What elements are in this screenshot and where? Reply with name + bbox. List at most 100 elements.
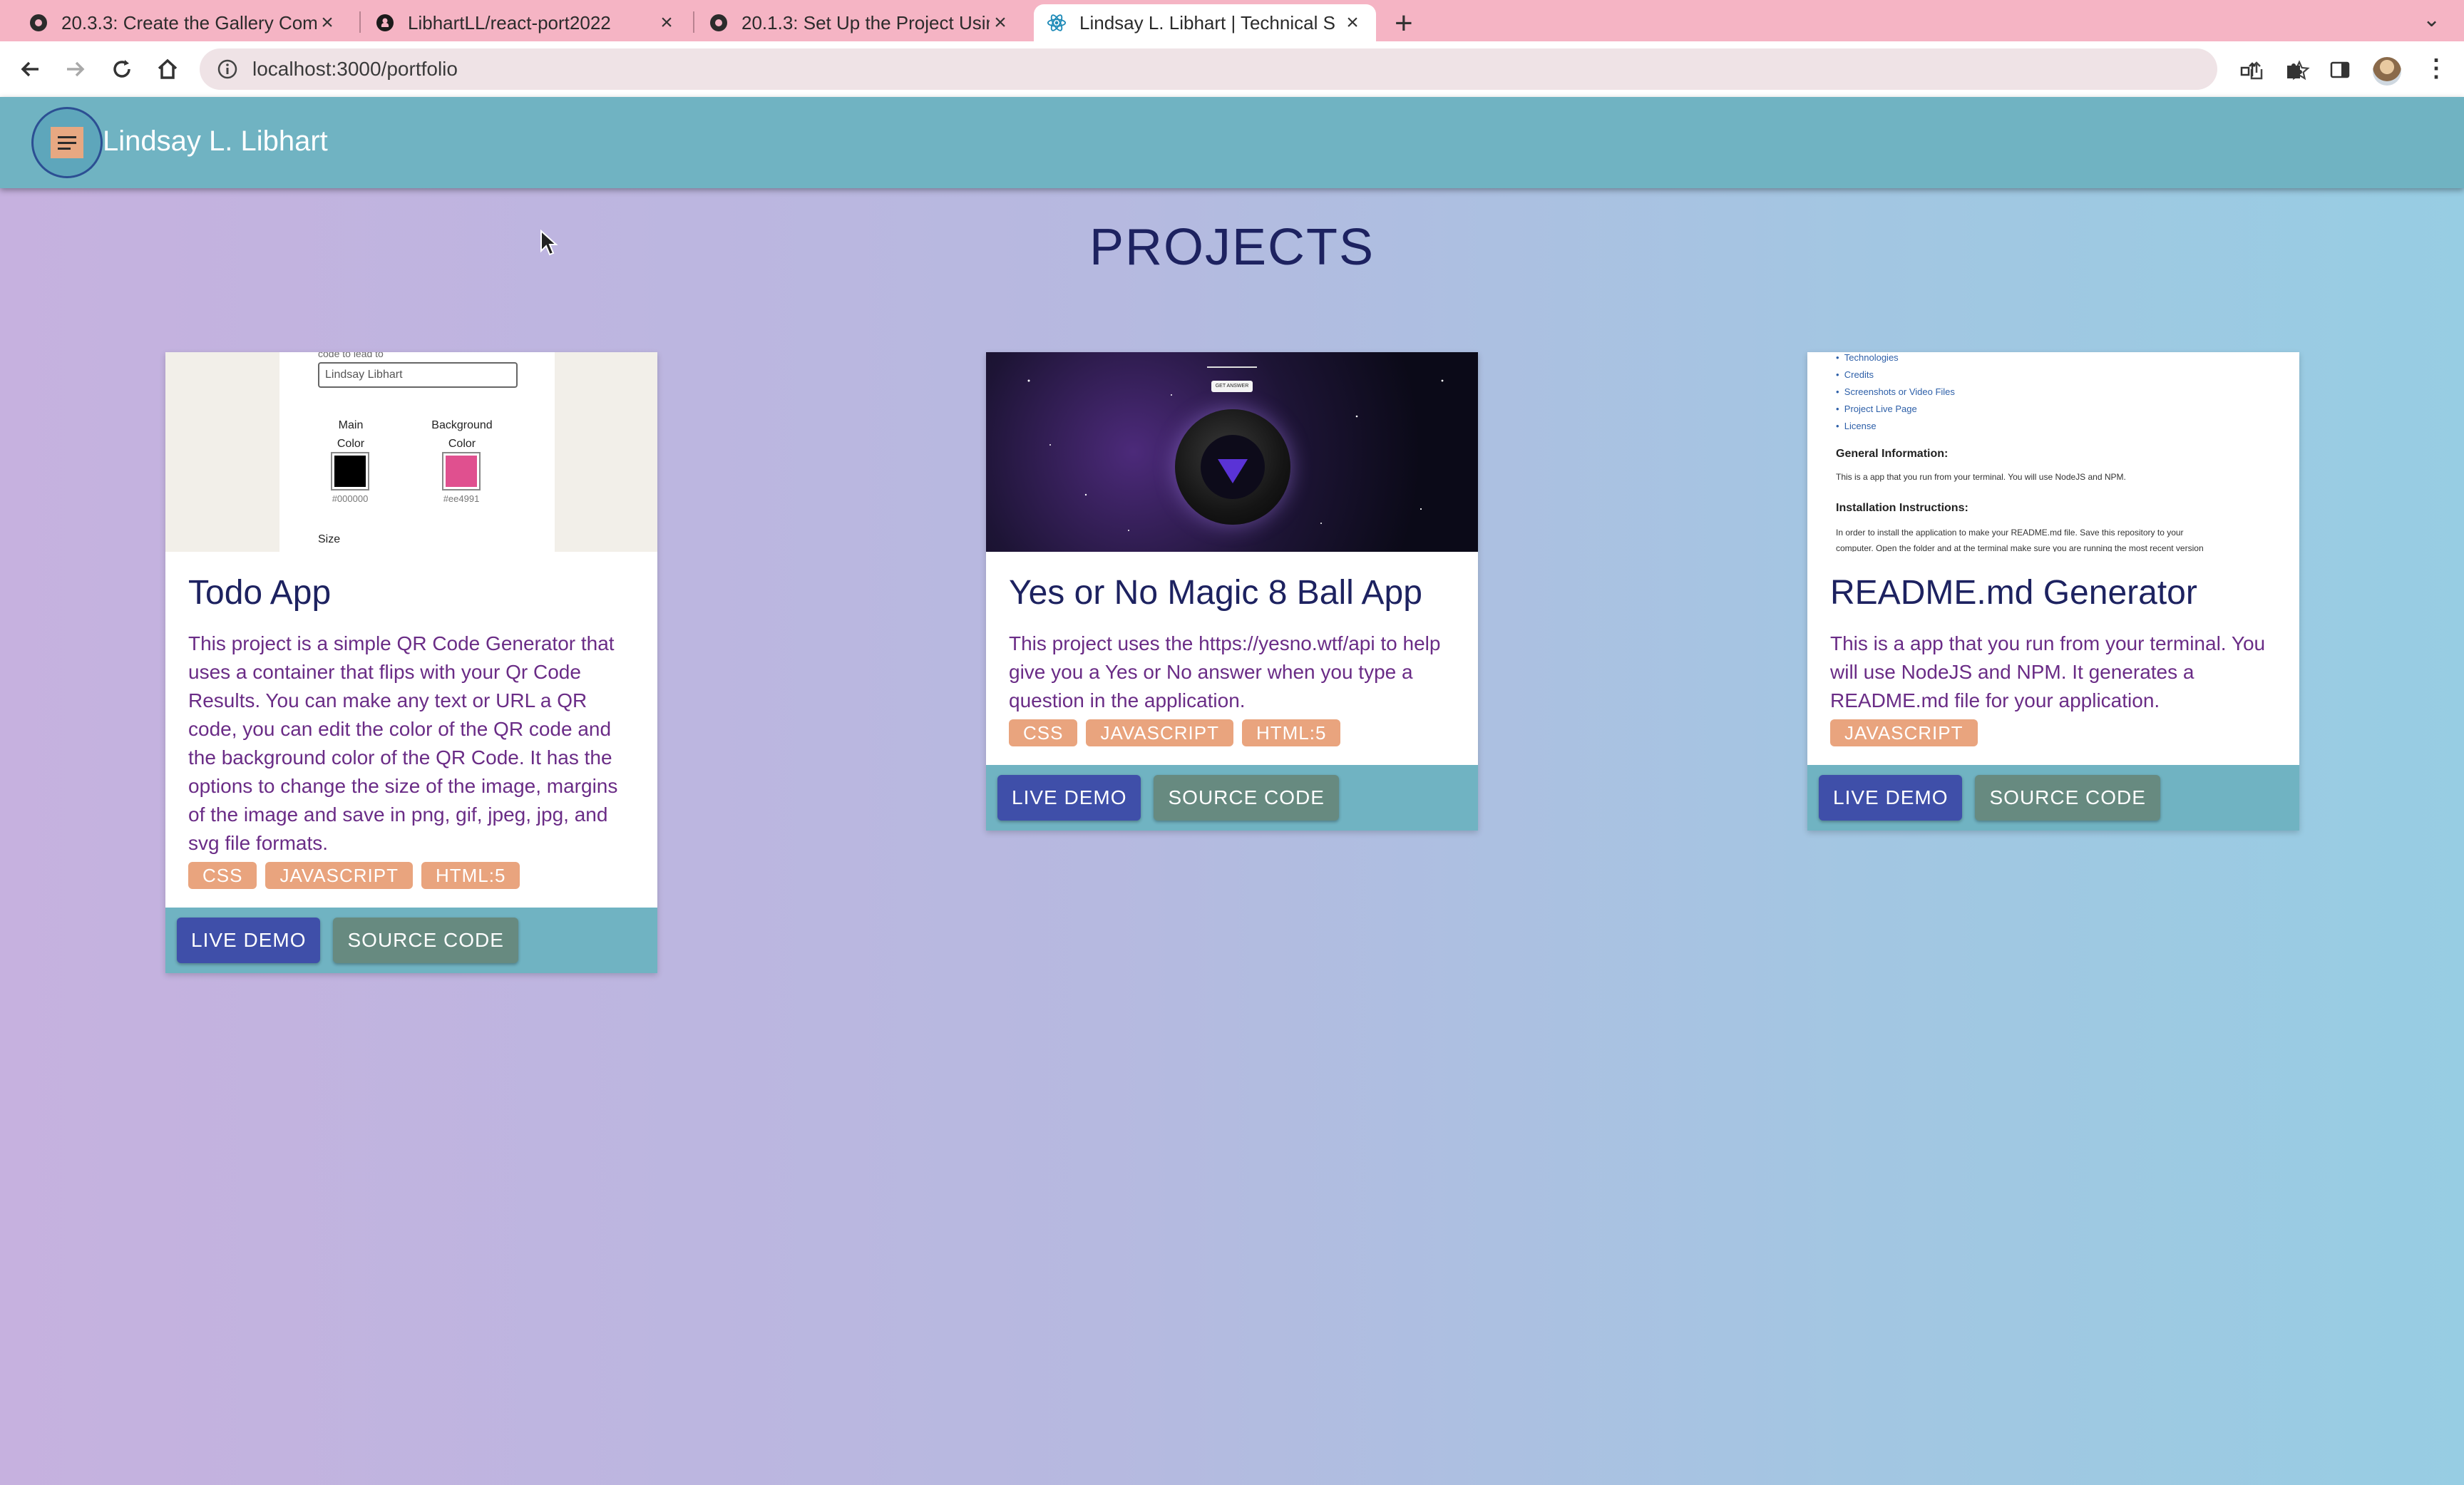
project-screenshot: code to lead to Lindsay Libhart Main Colo… [165, 352, 657, 552]
toc-item: • Technologies [1836, 352, 1899, 363]
close-icon[interactable]: × [317, 11, 338, 35]
tab-separator [359, 11, 361, 33]
project-card-magic-8-ball: GET ANSWER Yes or No Magic 8 Ball App Th… [986, 352, 1478, 831]
site-header: Lindsay L. Libhart [0, 97, 2464, 188]
get-answer-button-thumb: GET ANSWER [1211, 381, 1253, 392]
project-title: Todo App [188, 574, 332, 612]
card-body: README.md Generator This is a app that y… [1807, 552, 2299, 765]
thumb-text: #ee4991 [443, 493, 480, 504]
menu-button[interactable] [31, 107, 103, 178]
tag-css: CSS [1009, 719, 1078, 746]
new-tab-button[interactable]: + [1395, 6, 1413, 41]
menu-icon [51, 127, 83, 158]
tag-javascript: JAVASCRIPT [1086, 719, 1233, 746]
source-code-button[interactable]: SOURCE CODE [1975, 775, 2160, 821]
thumb-text: computer. Open the folder and at the ter… [1836, 543, 2204, 552]
tab-title: LibhartLL/react-port2022 [408, 11, 611, 34]
tab-title: 20.1.3: Set Up the Project Usin [741, 11, 990, 34]
tag-list: CSS JAVASCRIPT HTML:5 [1009, 719, 1455, 746]
arrow-right-icon [67, 61, 85, 77]
browser-menu-icon[interactable]: ⋮ [2424, 54, 2448, 83]
close-icon[interactable]: × [1342, 11, 1363, 35]
tab-gallery-component[interactable]: 20.3.3: Create the Gallery Com × [16, 4, 351, 41]
tab-separator [693, 11, 694, 33]
side-panel-icon[interactable] [2327, 57, 2353, 83]
source-code-button[interactable]: SOURCE CODE [333, 918, 518, 963]
forward-button[interactable] [57, 51, 93, 87]
profile-avatar[interactable] [2373, 57, 2401, 86]
main-color-swatch [331, 452, 369, 490]
magic-8-ball [1175, 409, 1290, 525]
tag-javascript: JAVASCRIPT [1830, 719, 1978, 746]
arrow-left-icon [21, 61, 38, 77]
live-demo-button[interactable]: LIVE DEMO [997, 775, 1141, 821]
source-code-button[interactable]: SOURCE CODE [1154, 775, 1339, 821]
tab-project-setup[interactable]: 20.1.3: Set Up the Project Usin × [696, 4, 1024, 41]
project-card-todo: code to lead to Lindsay Libhart Main Colo… [165, 352, 657, 973]
extension-icon[interactable] [2237, 57, 2263, 83]
home-button[interactable] [150, 51, 185, 87]
thumb-heading: General Information: [1836, 448, 1949, 460]
thumb-text: #000000 [332, 493, 369, 504]
tag-javascript: JAVASCRIPT [265, 862, 413, 889]
card-actions: LIVE DEMO SOURCE CODE [986, 765, 1478, 831]
card-body: Yes or No Magic 8 Ball App This project … [986, 552, 1478, 765]
close-icon[interactable]: × [656, 11, 677, 35]
toc-item: • Screenshots or Video Files [1836, 386, 1955, 397]
tag-list: CSS JAVASCRIPT HTML:5 [188, 862, 635, 889]
bg-color-swatch [442, 452, 481, 490]
toc-item: • License [1836, 421, 1877, 431]
address-bar[interactable]: localhost:3000/portfolio [200, 48, 2310, 90]
tab-title: Lindsay L. Libhart | Technical S [1079, 11, 1335, 34]
info-icon[interactable] [217, 58, 238, 80]
tag-html5: HTML:5 [1241, 719, 1341, 746]
tag-list: JAVASCRIPT [1830, 719, 2276, 746]
triangle-icon [1218, 459, 1248, 483]
close-icon[interactable]: × [990, 11, 1011, 35]
card-actions: LIVE DEMO SOURCE CODE [165, 908, 657, 973]
qr-settings-panel: code to lead to Lindsay Libhart Main Colo… [279, 352, 555, 552]
project-card-readme-generator: • Technologies • Credits • Screenshots o… [1807, 352, 2299, 831]
live-demo-button[interactable]: LIVE DEMO [177, 918, 321, 963]
project-description: This project uses the https://yesno.wtf/… [1009, 632, 1441, 711]
thumb-label: Size [318, 533, 341, 545]
browser-tab-strip: 20.3.3: Create the Gallery Com × Libhart… [0, 0, 2464, 41]
mouse-cursor-icon [540, 230, 558, 256]
card-actions: LIVE DEMO SOURCE CODE [1807, 765, 2299, 831]
tab-title: 20.3.3: Create the Gallery Com [61, 11, 317, 34]
tag-html5: HTML:5 [421, 862, 520, 889]
thumb-text: code to lead to [318, 352, 384, 359]
toc-item: • Project Live Page [1836, 404, 1917, 414]
reload-icon [113, 60, 130, 78]
tab-search-icon[interactable]: ⌄ [2423, 7, 2440, 32]
tab-portfolio[interactable]: Lindsay L. Libhart | Technical S × [1034, 4, 1376, 41]
reload-button[interactable] [104, 51, 140, 87]
url-text[interactable]: localhost:3000/portfolio [252, 58, 458, 81]
browser-toolbar: localhost:3000/portfolio ⋮ [0, 41, 2464, 97]
home-icon [158, 58, 178, 79]
thumb-text: This is a app that you run from your ter… [1836, 472, 2126, 482]
project-title: README.md Generator [1830, 574, 2197, 612]
thumb-text: In order to install the application to m… [1836, 528, 2184, 538]
project-description: This is a app that you run from your ter… [1830, 632, 2266, 711]
canvas-icon [29, 13, 48, 33]
project-screenshot: • Technologies • Credits • Screenshots o… [1807, 352, 2299, 552]
project-screenshot: GET ANSWER [986, 352, 1478, 552]
readme-toc: • Technologies • Credits • Screenshots o… [1836, 352, 1955, 435]
tag-css: CSS [188, 862, 257, 889]
project-description: This project is a simple QR Code Generat… [188, 632, 618, 854]
thumb-label: Main Color [337, 419, 365, 450]
toc-item: • Credits [1836, 369, 1874, 380]
back-button[interactable] [13, 51, 48, 87]
tab-github-repo[interactable]: LibhartLL/react-port2022 × [362, 4, 690, 41]
site-name[interactable]: Lindsay L. Libhart [103, 125, 328, 158]
puzzle-icon[interactable] [2281, 57, 2307, 83]
live-demo-button[interactable]: LIVE DEMO [1819, 775, 1963, 821]
thumb-heading: Installation Instructions: [1836, 502, 1968, 514]
thumb-label: Background Color [431, 419, 493, 450]
thumb-input: Lindsay Libhart [318, 362, 518, 388]
canvas-icon [709, 13, 729, 33]
github-icon [375, 13, 395, 33]
project-title: Yes or No Magic 8 Ball App [1009, 574, 1422, 612]
page-title: PROJECTS [1089, 219, 1375, 276]
